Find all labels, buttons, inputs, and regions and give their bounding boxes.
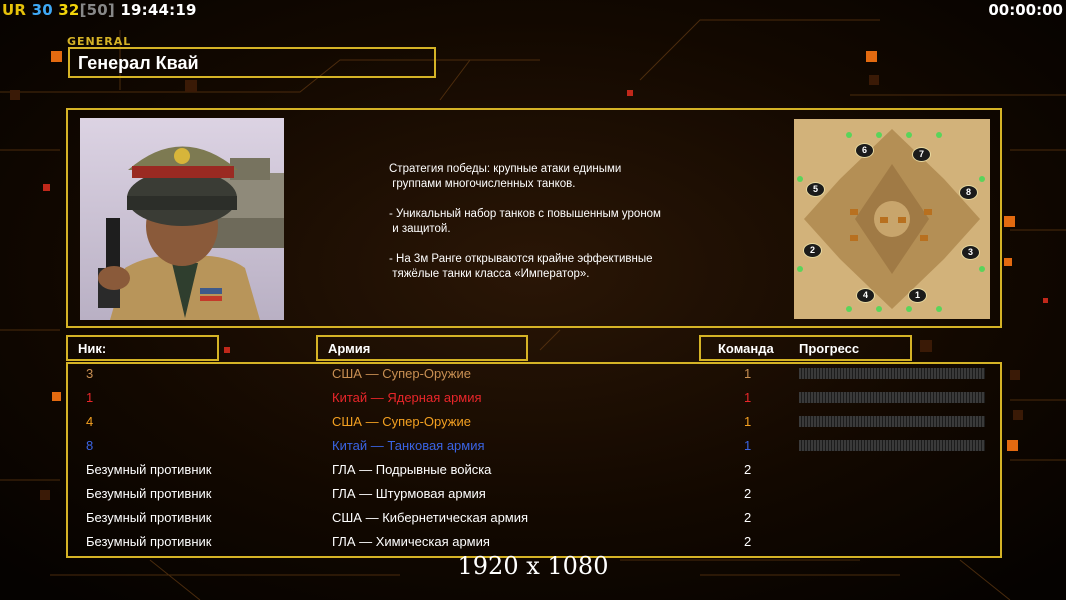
player-row[interactable]: 3 США — Супер-Оружие 1 bbox=[66, 362, 1002, 386]
player-nick: 3 bbox=[86, 366, 94, 381]
general-portrait bbox=[80, 118, 284, 320]
game-timer: 00:00:00 bbox=[988, 1, 1063, 19]
map-slot-8: 8 bbox=[959, 185, 978, 200]
player-team: 2 bbox=[744, 510, 752, 525]
map-slot-3: 3 bbox=[961, 245, 980, 260]
stat-value-1: 30 bbox=[31, 1, 53, 19]
player-army: США — Супер-Оружие bbox=[332, 366, 471, 381]
player-army: Китай — Ядерная армия bbox=[332, 390, 482, 405]
map-slot-5: 5 bbox=[806, 182, 825, 197]
player-nick: Безумный противник bbox=[86, 486, 212, 501]
map-slot-2: 2 bbox=[803, 243, 822, 258]
player-nick: 4 bbox=[86, 414, 94, 429]
resolution-label: 1920 x 1080 bbox=[457, 552, 609, 580]
map-preview[interactable]: 6 7 5 8 2 3 4 1 bbox=[794, 119, 990, 319]
header-team: Команда bbox=[718, 341, 774, 356]
player-team: 2 bbox=[744, 462, 752, 477]
progress-bar bbox=[799, 416, 985, 427]
progress-bar bbox=[799, 392, 985, 403]
player-row[interactable]: Безумный противник ГЛА — Химическая армия… bbox=[66, 530, 1002, 554]
player-army: ГЛА — Штурмовая армия bbox=[332, 486, 486, 501]
player-team: 1 bbox=[744, 438, 752, 453]
fps-status-bar: UR 30 32[50] 19:44:19 bbox=[2, 1, 197, 19]
player-nick: 1 bbox=[86, 390, 94, 405]
header-team-progress: Команда Прогресс bbox=[699, 335, 912, 361]
map-slot-7: 7 bbox=[912, 147, 931, 162]
player-nick: Безумный противник bbox=[86, 534, 212, 549]
player-nick: Безумный противник bbox=[86, 510, 212, 525]
player-row[interactable]: 4 США — Супер-Оружие 1 bbox=[66, 410, 1002, 434]
map-slot-1: 1 bbox=[908, 288, 927, 303]
player-army: ГЛА — Подрывные войска bbox=[332, 462, 492, 477]
header-progress: Прогресс bbox=[799, 341, 860, 356]
player-row[interactable]: 8 Китай — Танковая армия 1 bbox=[66, 434, 1002, 458]
player-army: Китай — Танковая армия bbox=[332, 438, 485, 453]
player-army: США — Кибернетическая армия bbox=[332, 510, 529, 525]
ur-label: UR bbox=[2, 1, 27, 19]
player-army: ГЛА — Химическая армия bbox=[332, 534, 490, 549]
map-slot-4: 4 bbox=[856, 288, 875, 303]
map-slot-6: 6 bbox=[855, 143, 874, 158]
player-team: 2 bbox=[744, 486, 752, 501]
player-row[interactable]: Безумный противник ГЛА — Штурмовая армия 2 bbox=[66, 482, 1002, 506]
progress-bar bbox=[799, 440, 985, 451]
general-name: Генерал Квай bbox=[68, 47, 436, 78]
player-row[interactable]: 1 Китай — Ядерная армия 1 bbox=[66, 386, 1002, 410]
player-team: 1 bbox=[744, 414, 752, 429]
progress-bar bbox=[799, 368, 985, 379]
general-description: Стратегия победы: крупные атаки едиными … bbox=[389, 163, 661, 280]
player-army: США — Супер-Оружие bbox=[332, 414, 471, 429]
player-rows: 3 США — Супер-Оружие 1 1 Китай — Ядерная арм… bbox=[66, 362, 1002, 558]
stat-value-2: 32 bbox=[58, 1, 80, 19]
player-nick: 8 bbox=[86, 438, 94, 453]
player-team: 1 bbox=[744, 390, 752, 405]
player-row[interactable]: Безумный противник США — Кибернетическая … bbox=[66, 506, 1002, 530]
player-team: 2 bbox=[744, 534, 752, 549]
player-nick: Безумный противник bbox=[86, 462, 212, 477]
stat-value-3: [50] bbox=[79, 1, 115, 19]
header-army: Армия bbox=[316, 335, 528, 361]
header-nick: Ник: bbox=[66, 335, 219, 361]
player-row[interactable]: Безумный противник ГЛА — Подрывные войска… bbox=[66, 458, 1002, 482]
clock: 19:44:19 bbox=[120, 1, 197, 19]
player-team: 1 bbox=[744, 366, 752, 381]
